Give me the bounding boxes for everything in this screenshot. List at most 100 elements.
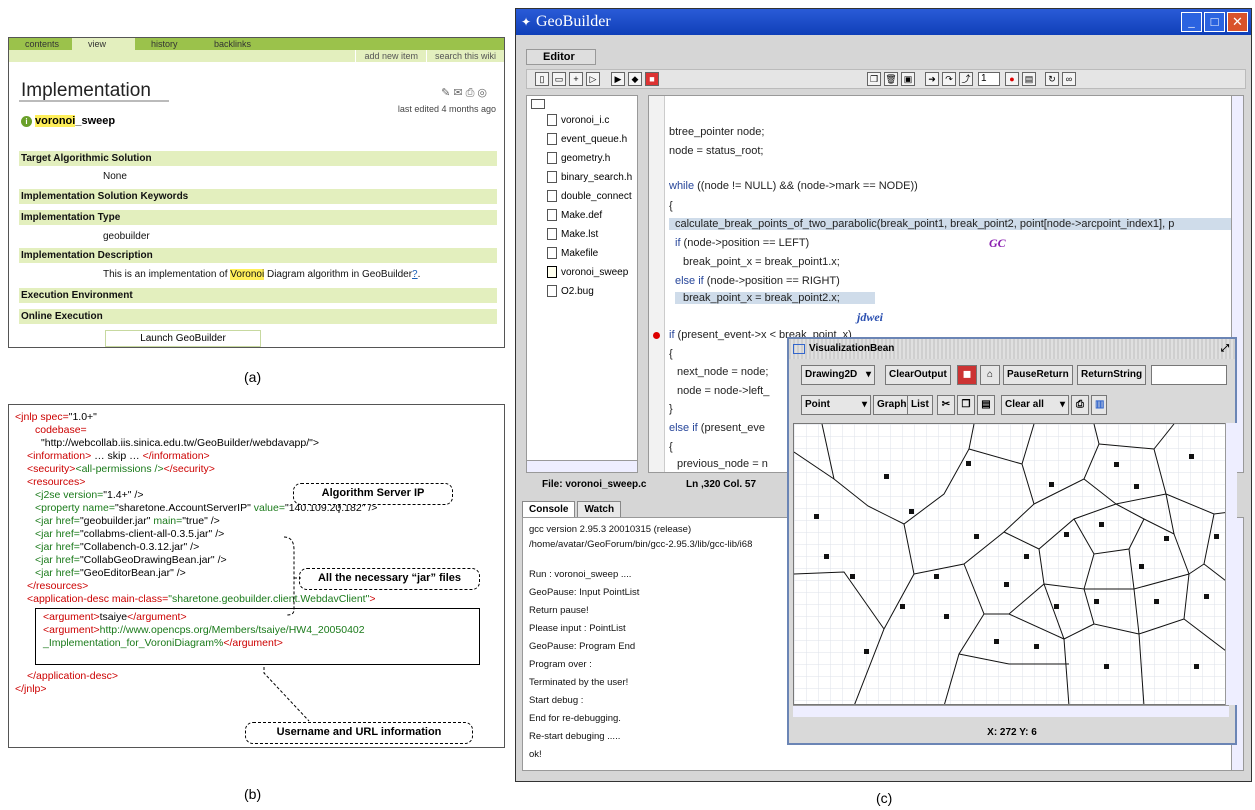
user-tag-gc: GC [989,236,1006,250]
file-item[interactable]: double_connect [547,190,632,202]
file-tree: voronoi_i.c event_queue.h geometry.h bin… [526,95,638,473]
breakpoint-marker-icon[interactable] [653,332,660,339]
stop-icon[interactable]: ■ [645,72,659,86]
row-label: Execution Environment [19,288,497,303]
window-title-bar[interactable]: ✦ GeoBuilder _ □ ✕ [516,9,1251,35]
copy-icon[interactable]: ❐ [957,395,975,415]
tab-history[interactable]: history [135,38,198,50]
clear-all-select[interactable]: Clear all ▾ [1001,395,1069,415]
row-label: Implementation Type [19,210,497,225]
file-item[interactable]: O2.bug [547,285,594,297]
window-icon [793,344,805,354]
voronoi-diagram [794,424,1228,704]
page-name[interactable]: i voronoi _sweep [21,115,115,127]
code-line: next_node = node; [677,366,769,378]
open-file-icon[interactable]: ▭ [552,72,566,86]
restore-icon[interactable]: ⤢ [1221,339,1229,359]
settings-icon[interactable]: ▥ [1091,395,1107,415]
console-line: gcc version 2.95.3 20010315 (release) [529,524,692,535]
print-icon[interactable]: ⎙ [1071,395,1089,415]
email-icon[interactable]: ✉ [453,87,465,99]
clear-output-button[interactable]: ClearOutput [885,365,951,385]
tab-contents[interactable]: contents [9,38,72,50]
viz-title-bar[interactable]: VisualizationBean ⤢ [789,339,1235,359]
desc-post: Diagram algorithm in GeoBuilder [264,269,413,280]
pause-return-button[interactable]: PauseReturn [1003,365,1073,385]
refresh-icon[interactable]: ↻ [1045,72,1059,86]
graph-button[interactable]: Graph [873,395,911,415]
row-value: None [103,171,127,182]
file-item[interactable]: voronoi_i.c [547,114,609,126]
status-position: Ln ,320 Col. 57 [686,479,757,490]
shape-select[interactable]: Point ▾ [801,395,871,415]
close-icon[interactable]: ✕ [1227,12,1248,32]
code-line: node = node->left_ [677,385,770,397]
file-item[interactable]: Make.lst [547,228,598,240]
print-icon[interactable]: ⎙ [466,87,478,99]
canvas-vscroll[interactable] [1225,423,1237,705]
add-icon[interactable]: + [569,72,583,86]
tab-console[interactable]: Console [522,501,576,518]
tab-watch[interactable]: Watch [577,501,622,518]
home-icon[interactable]: ⌂ [980,365,1000,385]
tree-hscroll[interactable] [527,460,637,472]
breakpoint-icon[interactable]: ● [1005,72,1019,86]
desc-highlight: Voronoi [230,269,265,280]
code-line: } [669,403,673,415]
save-icon[interactable]: ▣ [901,72,915,86]
file-item[interactable]: Makefile [547,247,598,259]
console-line: Start debug : [529,695,584,706]
return-string-field[interactable] [1151,365,1227,385]
file-item[interactable]: voronoi_sweep [547,266,628,278]
record-icon[interactable]: ◼ [957,365,977,385]
tab-backlinks[interactable]: backlinks [198,38,261,50]
run-icon[interactable]: ▶ [611,72,625,86]
export-icon[interactable]: ▷ [586,72,600,86]
window-controls: _ □ ✕ [1181,12,1248,32]
jnlp-panel: <jnlp spec="1.0+" codebase= "http://webc… [8,404,505,748]
page-actions: ✎✉⎙◎ [441,86,490,100]
canvas-hscroll[interactable] [793,705,1229,717]
file-icon [547,171,557,183]
watch-icon[interactable]: ∞ [1062,72,1076,86]
step-into-icon[interactable]: ➜ [925,72,939,86]
console-line: Terminated by the user! [529,677,629,688]
search-wiki-link[interactable]: search this wiki [425,50,504,62]
new-file-icon[interactable]: ▯ [535,72,549,86]
console-line: ok! [529,749,542,760]
console-tabs: Console Watch [522,501,622,518]
file-item[interactable]: event_queue.h [547,133,627,145]
editor-tab[interactable]: Editor [526,49,596,65]
file-item[interactable]: binary_search.h [547,171,632,183]
drawing-canvas[interactable] [793,423,1229,705]
row-label: Implementation Solution Keywords [19,189,497,204]
code-line: { [669,348,673,360]
folder-icon [531,99,545,109]
build-icon[interactable]: ◆ [628,72,642,86]
console-line: /home/avatar/GeoForum/bin/gcc-2.95.3/lib… [529,539,753,550]
delete-icon[interactable]: 🗑 [884,72,898,86]
file-item[interactable]: geometry.h [547,152,610,164]
step-count-field[interactable]: 1 [978,72,1000,86]
minimize-icon[interactable]: _ [1181,12,1202,32]
add-new-item-link[interactable]: add new item [355,50,426,62]
chevron-down-icon: ▾ [866,369,872,380]
debug-icon[interactable]: ▤ [1022,72,1036,86]
wiki-tabs: contents view history backlinks [9,38,504,50]
list-button[interactable]: List [907,395,933,415]
last-edited: last edited 4 months ago [397,104,496,114]
tab-view[interactable]: view [72,38,135,50]
copy-icon[interactable]: ❐ [867,72,881,86]
launch-geobuilder-button[interactable]: Launch GeoBuilder [105,330,261,347]
cut-icon[interactable]: ✂ [937,395,955,415]
drawing-select[interactable]: Drawing2D ▾ [801,365,876,385]
file-item[interactable]: Make.def [547,209,602,221]
step-over-icon[interactable]: ↷ [942,72,956,86]
edit-icon[interactable]: ✎ [441,87,453,99]
code-line: else if (node->position == RIGHT) [675,275,840,287]
maximize-icon[interactable]: □ [1204,12,1225,32]
return-string-button[interactable]: ReturnString [1077,365,1147,385]
paste-icon[interactable]: ▤ [977,395,995,415]
info-icon[interactable]: ◎ [477,87,490,99]
step-out-icon[interactable]: ⤴ [959,72,973,86]
